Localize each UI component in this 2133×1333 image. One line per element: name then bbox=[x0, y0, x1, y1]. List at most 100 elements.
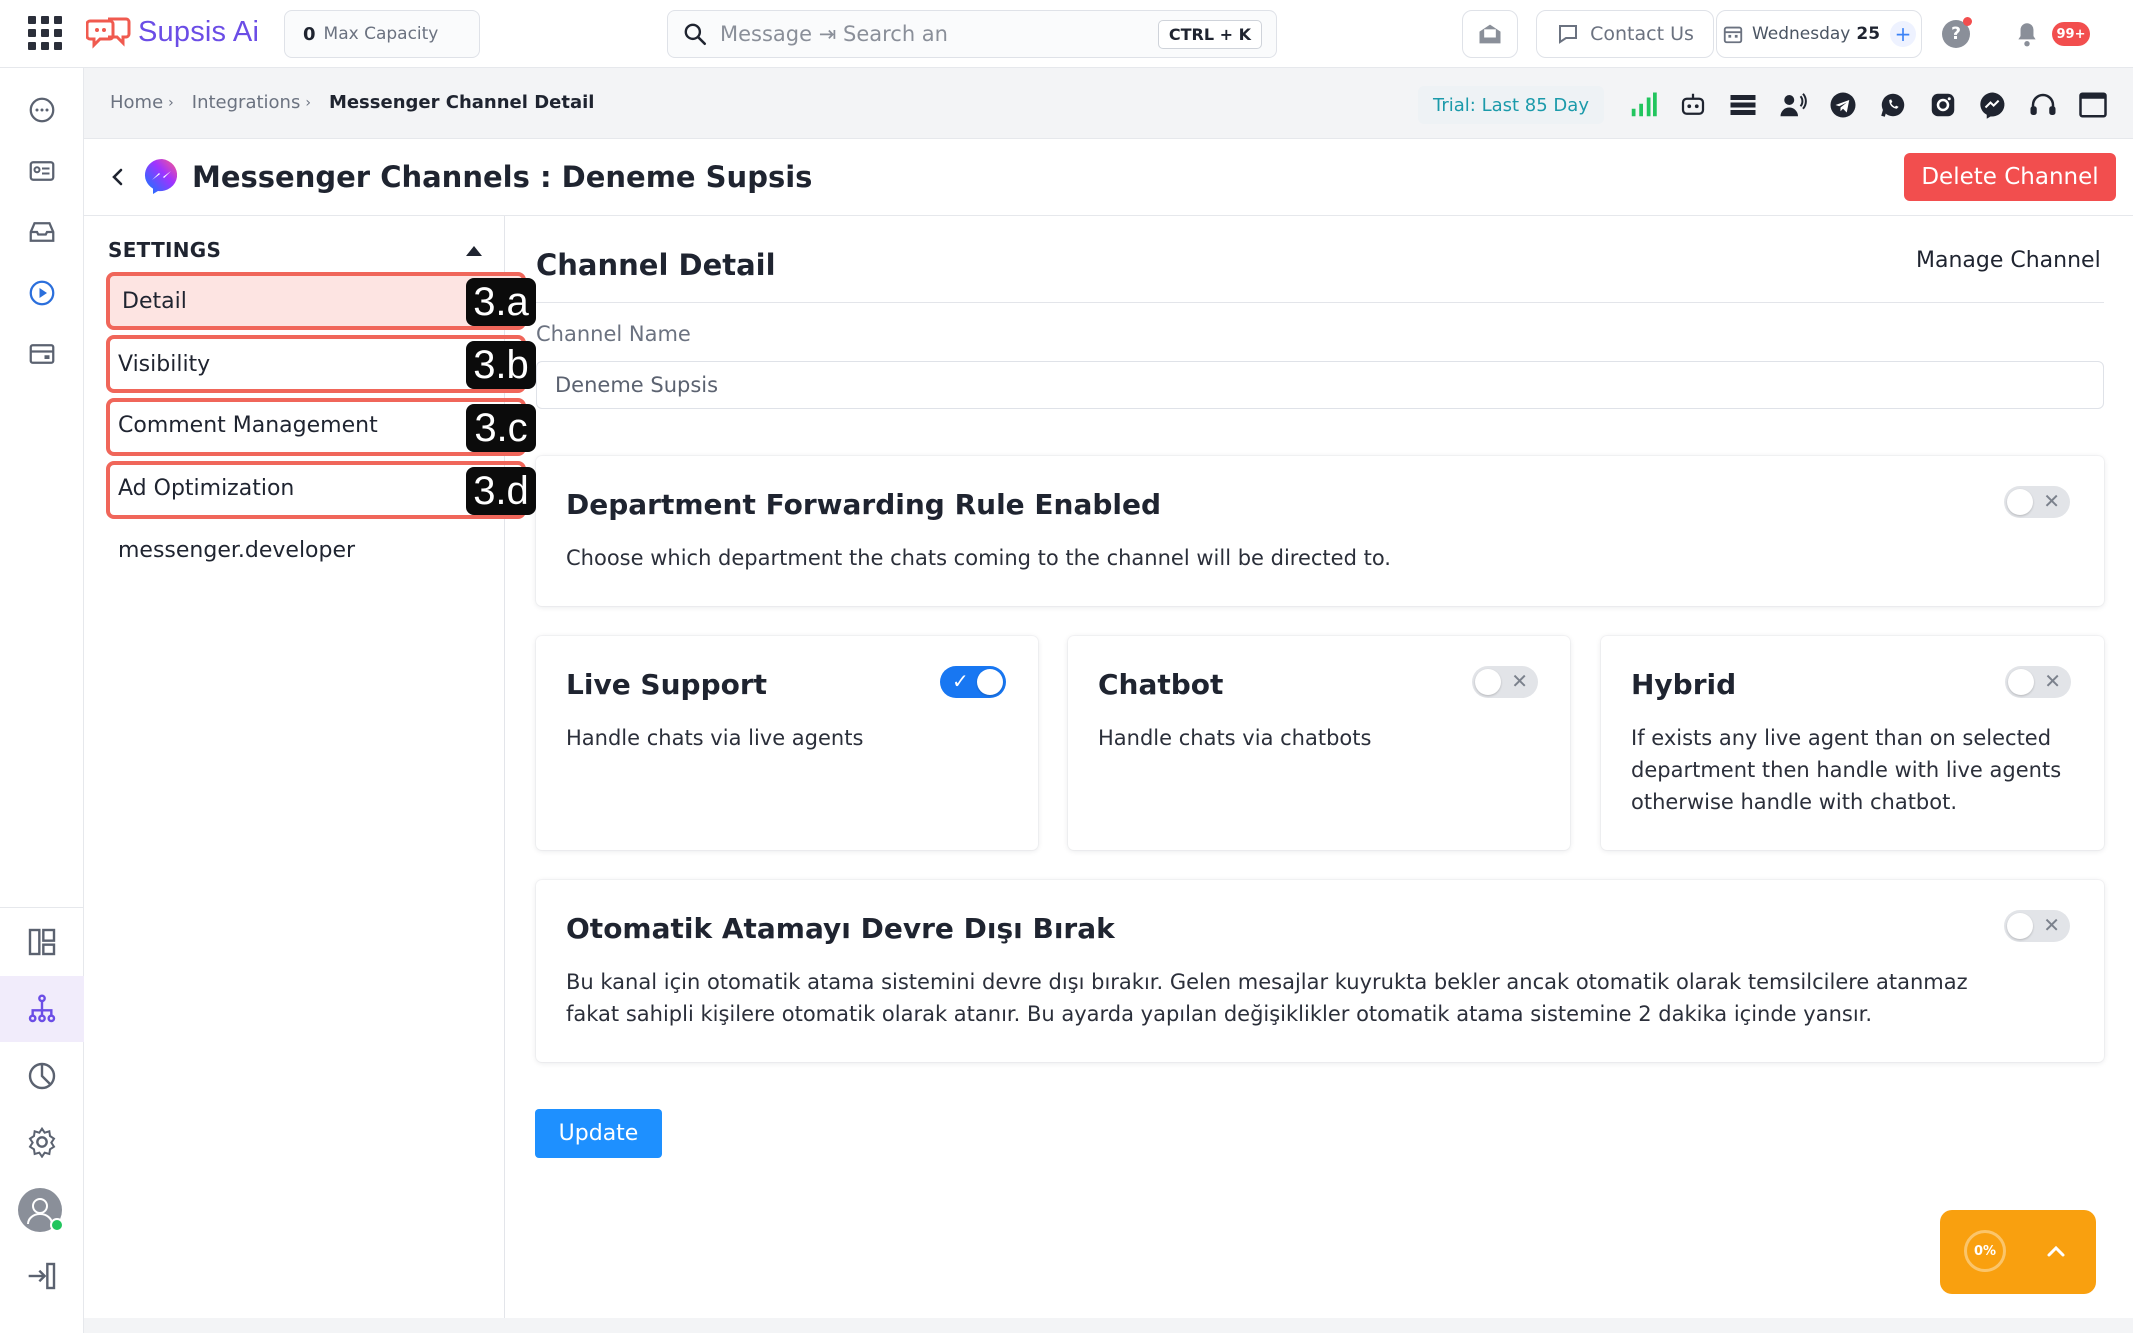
user-avatar[interactable] bbox=[18, 1188, 64, 1232]
live-support-card[interactable]: Live Support Handle chats via live agent… bbox=[536, 636, 1038, 850]
card-title: Live Support bbox=[566, 668, 768, 701]
step-badge: 3.d bbox=[466, 467, 536, 515]
live-support-toggle[interactable]: ✓ bbox=[940, 666, 1006, 698]
online-status-icon bbox=[50, 1218, 64, 1232]
search-icon bbox=[684, 23, 707, 46]
settings-item-ad-optimization[interactable]: Ad Optimization 3.d bbox=[106, 461, 536, 519]
toggle-off-icon: ✕ bbox=[1511, 669, 1528, 693]
chat-bubble-icon bbox=[1559, 25, 1578, 44]
notification-count: 99+ bbox=[2056, 26, 2086, 42]
settings-item-detail[interactable]: Detail 3.a bbox=[106, 272, 536, 330]
window-icon[interactable] bbox=[2078, 90, 2108, 120]
breadcrumb-separator: › bbox=[168, 94, 174, 111]
settings-item-messenger-developer[interactable]: messenger.developer bbox=[118, 538, 355, 563]
trial-label: Trial: Last 85 Day bbox=[1433, 94, 1589, 116]
date-weekday: Wednesday bbox=[1751, 24, 1851, 44]
breadcrumb: Home › Integrations › Messenger Channel … bbox=[110, 92, 594, 113]
instagram-icon[interactable] bbox=[1928, 90, 1958, 120]
section-divider bbox=[536, 302, 2104, 303]
rail-logout-icon[interactable] bbox=[22, 1256, 62, 1296]
hybrid-toggle[interactable]: ✕ bbox=[2005, 666, 2071, 698]
rail-contacts-icon[interactable] bbox=[22, 151, 62, 191]
disable-auto-assign-toggle[interactable]: ✕ bbox=[2004, 910, 2070, 942]
rail-play-icon[interactable] bbox=[22, 273, 62, 313]
rail-integrations-icon[interactable] bbox=[22, 989, 62, 1029]
trial-badge[interactable]: Trial: Last 85 Day bbox=[1418, 86, 1604, 124]
breadcrumb-current: Messenger Channel Detail bbox=[328, 92, 595, 113]
collapse-caret-icon[interactable] bbox=[466, 246, 482, 256]
hybrid-card[interactable]: Hybrid If exists any live agent than on … bbox=[1601, 636, 2104, 850]
back-icon[interactable] bbox=[106, 164, 130, 194]
help-label: ? bbox=[1951, 24, 1961, 44]
channel-name-input[interactable]: Deneme Supsis bbox=[536, 361, 2104, 409]
date-picker[interactable]: Wednesday 25 + bbox=[1716, 10, 1922, 58]
toggle-off-icon: ✕ bbox=[2043, 913, 2060, 937]
channel-name-label: Channel Name bbox=[536, 322, 691, 346]
list-icon[interactable] bbox=[1728, 90, 1758, 120]
progress-value: 0% bbox=[1973, 1243, 1997, 1259]
calendar-icon bbox=[1723, 26, 1743, 44]
bell-icon[interactable] bbox=[2014, 20, 2040, 52]
card-description: Handle chats via chatbots bbox=[1098, 726, 1372, 750]
logo-icon bbox=[86, 17, 131, 49]
settings-item-label: Ad Optimization bbox=[118, 476, 295, 501]
help-dot-icon bbox=[1963, 17, 1972, 26]
breadcrumb-separator: › bbox=[305, 94, 311, 111]
messenger-logo-icon bbox=[142, 156, 182, 200]
settings-item-label: Comment Management bbox=[118, 413, 378, 438]
breadcrumb-home[interactable]: Home bbox=[110, 92, 163, 113]
contact-us-label: Contact Us bbox=[1590, 23, 1694, 45]
rail-reports-icon[interactable] bbox=[22, 334, 62, 374]
toggle-on-icon: ✓ bbox=[952, 669, 969, 693]
search-shortcut: CTRL + K bbox=[1157, 19, 1262, 49]
app-logo[interactable]: Supsis Ai bbox=[86, 12, 259, 52]
contact-us-button[interactable]: Contact Us bbox=[1536, 10, 1714, 58]
update-button[interactable]: Update bbox=[535, 1109, 662, 1158]
settings-item-label: Detail bbox=[122, 288, 187, 314]
channel-icons-bar bbox=[1628, 88, 2108, 122]
rail-chats-icon[interactable] bbox=[22, 90, 62, 130]
channel-name-value: Deneme Supsis bbox=[555, 373, 719, 397]
chatbot-toggle[interactable]: ✕ bbox=[1472, 666, 1538, 698]
manage-channel-link[interactable]: Manage Channel bbox=[1916, 248, 2101, 273]
settings-item-comment-management[interactable]: Comment Management 3.c bbox=[106, 398, 536, 456]
agent-voice-icon[interactable] bbox=[1778, 90, 1808, 120]
inbox-button[interactable] bbox=[1462, 10, 1518, 58]
max-capacity-indicator[interactable]: 0 Max Capacity bbox=[284, 10, 480, 58]
capacity-label: Max Capacity bbox=[323, 24, 439, 44]
toggle-knob bbox=[1475, 669, 1501, 695]
onboarding-progress-widget[interactable]: 0% bbox=[1940, 1210, 2096, 1294]
rail-settings-icon[interactable] bbox=[22, 1122, 62, 1162]
global-search[interactable]: Message ⇥ Search an CTRL + K bbox=[667, 10, 1277, 58]
bot-icon[interactable] bbox=[1678, 90, 1708, 120]
messenger-icon[interactable] bbox=[1978, 90, 2008, 120]
chatbot-card[interactable]: Chatbot Handle chats via chatbots ✕ bbox=[1068, 636, 1570, 850]
rail-inbox-icon[interactable] bbox=[22, 212, 62, 252]
rail-dashboard-icon[interactable] bbox=[22, 922, 62, 962]
card-description: Handle chats via live agents bbox=[566, 726, 864, 750]
section-title: Channel Detail bbox=[536, 248, 776, 282]
step-badge: 3.a bbox=[466, 278, 536, 326]
rail-analytics-icon[interactable] bbox=[22, 1056, 62, 1096]
card-description: If exists any live agent than on selecte… bbox=[1631, 726, 2062, 814]
telegram-icon[interactable] bbox=[1828, 90, 1858, 120]
disable-auto-assign-card: Otomatik Atamayı Devre Dışı Bırak Bu kan… bbox=[536, 880, 2104, 1062]
card-title: Department Forwarding Rule Enabled bbox=[566, 488, 1162, 521]
card-description: Bu kanal için otomatik atama sistemini d… bbox=[566, 970, 1968, 1026]
delete-channel-button[interactable]: Delete Channel bbox=[1904, 153, 2116, 201]
breadcrumb-integrations[interactable]: Integrations bbox=[192, 92, 301, 113]
settings-item-visibility[interactable]: Visibility 3.b bbox=[106, 335, 536, 393]
apps-grid-icon[interactable] bbox=[28, 16, 62, 50]
card-title: Otomatik Atamayı Devre Dışı Bırak bbox=[566, 912, 1115, 945]
step-badge: 3.c bbox=[466, 404, 536, 452]
signal-icon[interactable] bbox=[1628, 90, 1658, 120]
settings-item-label: Visibility bbox=[118, 351, 211, 377]
whatsapp-icon[interactable] bbox=[1878, 90, 1908, 120]
chevron-up-icon[interactable] bbox=[2044, 1232, 2068, 1280]
toggle-knob bbox=[2007, 489, 2033, 515]
toggle-knob bbox=[977, 669, 1003, 695]
department-forwarding-toggle[interactable]: ✕ bbox=[2004, 486, 2070, 518]
headset-icon[interactable] bbox=[2028, 90, 2058, 120]
add-date-icon[interactable]: + bbox=[1890, 21, 1917, 47]
progress-ring: 0% bbox=[1964, 1230, 2006, 1272]
